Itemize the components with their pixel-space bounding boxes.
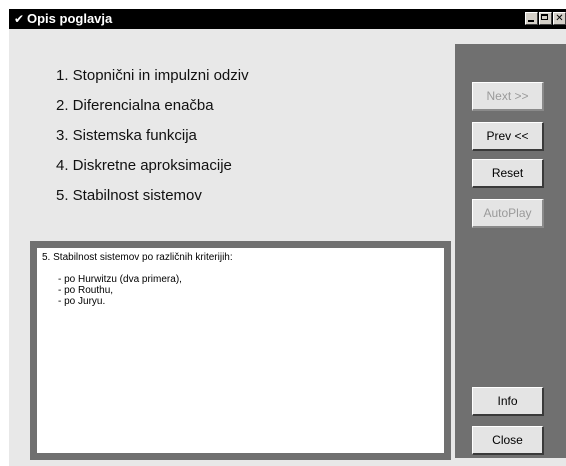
- description-frame: 5. Stabilnost sistemov po različnih krit…: [30, 241, 451, 460]
- close-icon: ✕: [555, 13, 564, 24]
- close-window-button[interactable]: ✕: [553, 12, 566, 25]
- check-icon[interactable]: ✔: [14, 11, 24, 27]
- chapter-item-2[interactable]: 2. Diferencialna enačba: [56, 97, 214, 114]
- title-bar[interactable]: ✔ Opis poglavja ✕: [9, 9, 566, 29]
- description-heading: 5. Stabilnost sistemov po različnih krit…: [42, 252, 233, 263]
- chapter-item-4[interactable]: 4. Diskretne aproksimacije: [56, 157, 232, 174]
- button-panel: Next >> Prev << Reset AutoPlay Info Clos…: [455, 44, 566, 458]
- maximize-button[interactable]: [539, 12, 552, 25]
- autoplay-button[interactable]: AutoPlay: [472, 199, 544, 228]
- description-line: - po Routhu,: [58, 285, 114, 296]
- description-line: - po Juryu.: [58, 296, 106, 307]
- close-button[interactable]: Close: [472, 426, 544, 455]
- prev-button[interactable]: Prev <<: [472, 122, 544, 151]
- reset-button[interactable]: Reset: [472, 159, 544, 188]
- chapter-item-5[interactable]: 5. Stabilnost sistemov: [56, 187, 202, 204]
- description-line: - po Hurwitzu (dva primera),: [58, 274, 182, 285]
- next-button[interactable]: Next >>: [472, 82, 544, 111]
- minimize-icon: [528, 20, 534, 22]
- chapter-item-3[interactable]: 3. Sistemska funkcija: [56, 127, 197, 144]
- chapter-item-1[interactable]: 1. Stopnični in impulzni odziv: [56, 67, 249, 84]
- info-button[interactable]: Info: [472, 387, 544, 416]
- window-title: Opis poglavja: [27, 11, 113, 26]
- main-window: ✔ Opis poglavja ✕ 1. Stopnični in impulz…: [9, 9, 566, 466]
- description-box: 5. Stabilnost sistemov po različnih krit…: [37, 248, 444, 453]
- maximize-icon: [541, 14, 548, 20]
- minimize-button[interactable]: [525, 12, 538, 25]
